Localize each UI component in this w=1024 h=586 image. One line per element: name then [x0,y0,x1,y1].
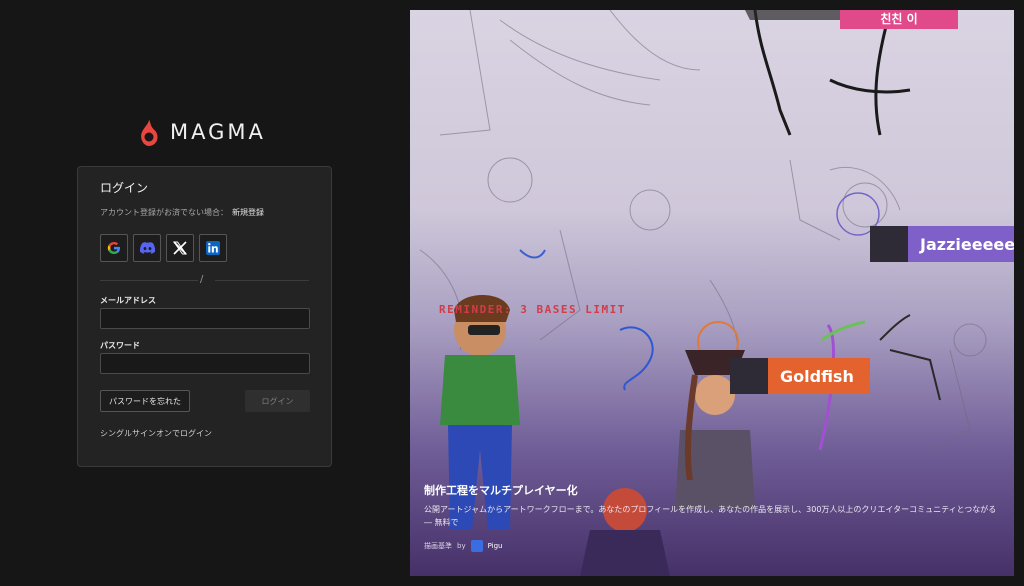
showcase-artwork: 친친 이 Jazzieeeee Goldfish REMINDER: 3 BAS… [410,10,1014,576]
flame-icon [141,118,158,146]
no-account-text: アカウント登録がお済でない場合： [100,208,228,217]
artwork-credit: 描画基準 by Pigu [424,540,503,552]
email-field[interactable] [100,308,310,329]
social-login-row [100,234,227,262]
showcase-description: 公開アートジャムからアートワークフローまで。あなたのプロフィールを作成し、あなた… [424,505,997,527]
pigu-avatar-icon [470,540,483,552]
x-icon [173,241,187,255]
login-button[interactable]: ログイン [245,390,310,412]
login-title: ログイン [100,181,149,195]
signup-prompt: アカウント登録がお済でない場合： 新規登録 [100,207,264,218]
artist-name: Jazzieeeee [920,234,1014,254]
artist-tag-jazzieeeee: Jazzieeeee [870,226,1014,262]
avatar [730,358,768,394]
credit-artist-link[interactable]: Pigu [488,542,503,550]
password-label: パスワード [100,341,140,350]
divider-line-right [215,280,309,281]
email-label: メールアドレス [100,296,156,305]
brand-logo: MAGMA [138,118,266,146]
google-login-button[interactable] [100,234,128,262]
forgot-password-button[interactable]: パスワードを忘れた [100,390,190,412]
discord-login-button[interactable] [133,234,161,262]
divider: / [100,274,309,285]
sso-login-link[interactable]: シングルサインオンでログイン [100,428,212,439]
signup-link[interactable]: 新規登録 [232,208,264,217]
linkedin-icon [206,241,220,255]
x-login-button[interactable] [166,234,194,262]
linkedin-login-button[interactable] [199,234,227,262]
divider-text: / [200,274,204,285]
showcase-title: 制作工程をマルチプレイヤー化 [424,484,578,497]
artist-tag-top: 친친 이 [840,10,958,29]
google-icon [107,242,120,254]
divider-line-left [100,280,198,281]
password-field[interactable] [100,353,310,374]
discord-icon [139,242,155,254]
reminder-text: REMINDER: 3 BASES LIMIT [439,303,626,316]
brand-name: MAGMA [170,120,266,144]
artist-tag-goldfish: Goldfish [730,358,870,394]
avatar [870,226,908,262]
login-card: ログイン アカウント登録がお済でない場合： 新規登録 / メールアドレス パスワ… [77,166,332,467]
credit-by: by [457,542,466,550]
artist-name: Goldfish [780,366,854,386]
credit-prefix: 描画基準 [424,542,452,550]
